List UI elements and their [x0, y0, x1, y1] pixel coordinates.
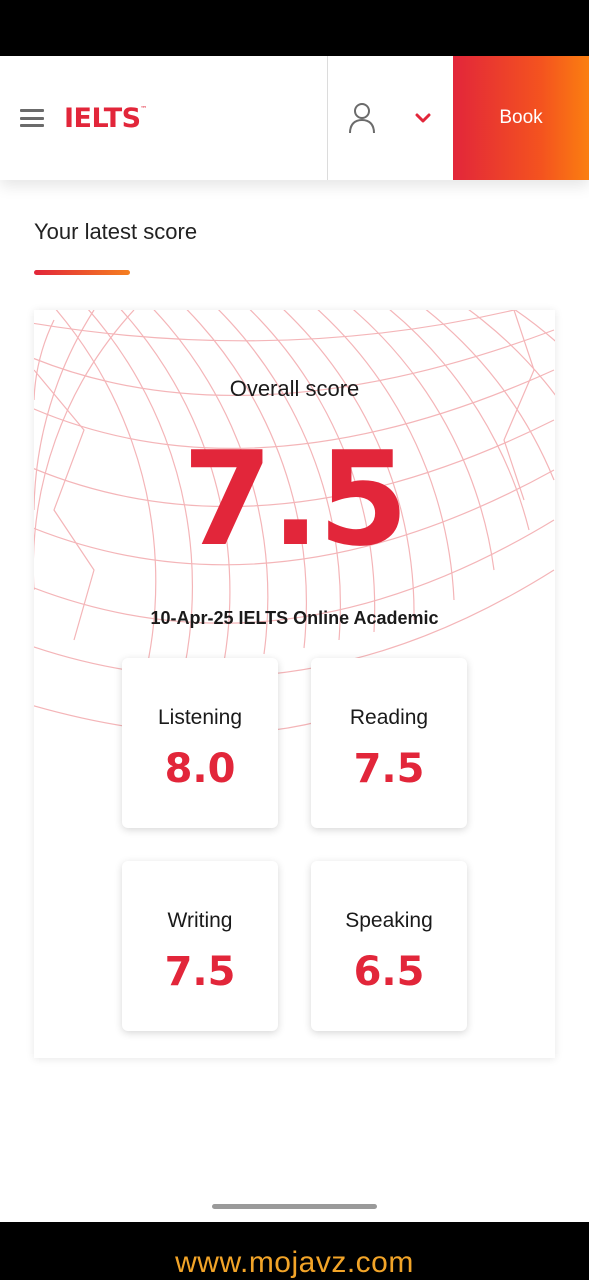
book-button[interactable]: Book: [453, 56, 589, 180]
module-score: 8.0: [164, 746, 236, 792]
module-name: Reading: [349, 706, 429, 729]
logo-text: IELTS: [64, 102, 141, 134]
home-indicator[interactable]: [212, 1204, 377, 1209]
module-score: 6.5: [353, 949, 425, 995]
user-icon: [348, 102, 376, 134]
section-title: Your latest score: [34, 219, 198, 244]
app-header: IELTS ™ Book: [0, 56, 589, 180]
module-name: Listening: [157, 706, 243, 729]
overall-score-label: Overall score: [229, 376, 360, 401]
module-score: 7.5: [164, 949, 236, 995]
module-card-writing[interactable]: Writing 7.5: [122, 861, 278, 1031]
module-name: Writing: [167, 909, 233, 932]
account-menu[interactable]: [327, 56, 453, 180]
ielts-logo[interactable]: IELTS ™: [64, 102, 147, 134]
score-card: Overall score 7.5 10-Apr-25 IELTS Online…: [34, 310, 555, 1058]
chevron-down-icon: [415, 113, 431, 124]
title-underline: [34, 270, 130, 275]
overall-score-value: 7.5: [182, 423, 408, 575]
header-left: IELTS ™: [0, 56, 327, 180]
module-card-reading[interactable]: Reading 7.5: [311, 658, 467, 828]
module-card-speaking[interactable]: Speaking 6.5: [311, 861, 467, 1031]
hamburger-icon[interactable]: [20, 109, 44, 127]
watermark: www.mojavz.com: [175, 1246, 414, 1279]
module-card-listening[interactable]: Listening 8.0: [122, 658, 278, 828]
module-name: Speaking: [345, 909, 433, 932]
status-bar: [0, 0, 589, 56]
logo-tm: ™: [140, 104, 147, 113]
module-score: 7.5: [353, 746, 425, 792]
test-info: 10-Apr-25 IELTS Online Academic: [150, 608, 439, 628]
